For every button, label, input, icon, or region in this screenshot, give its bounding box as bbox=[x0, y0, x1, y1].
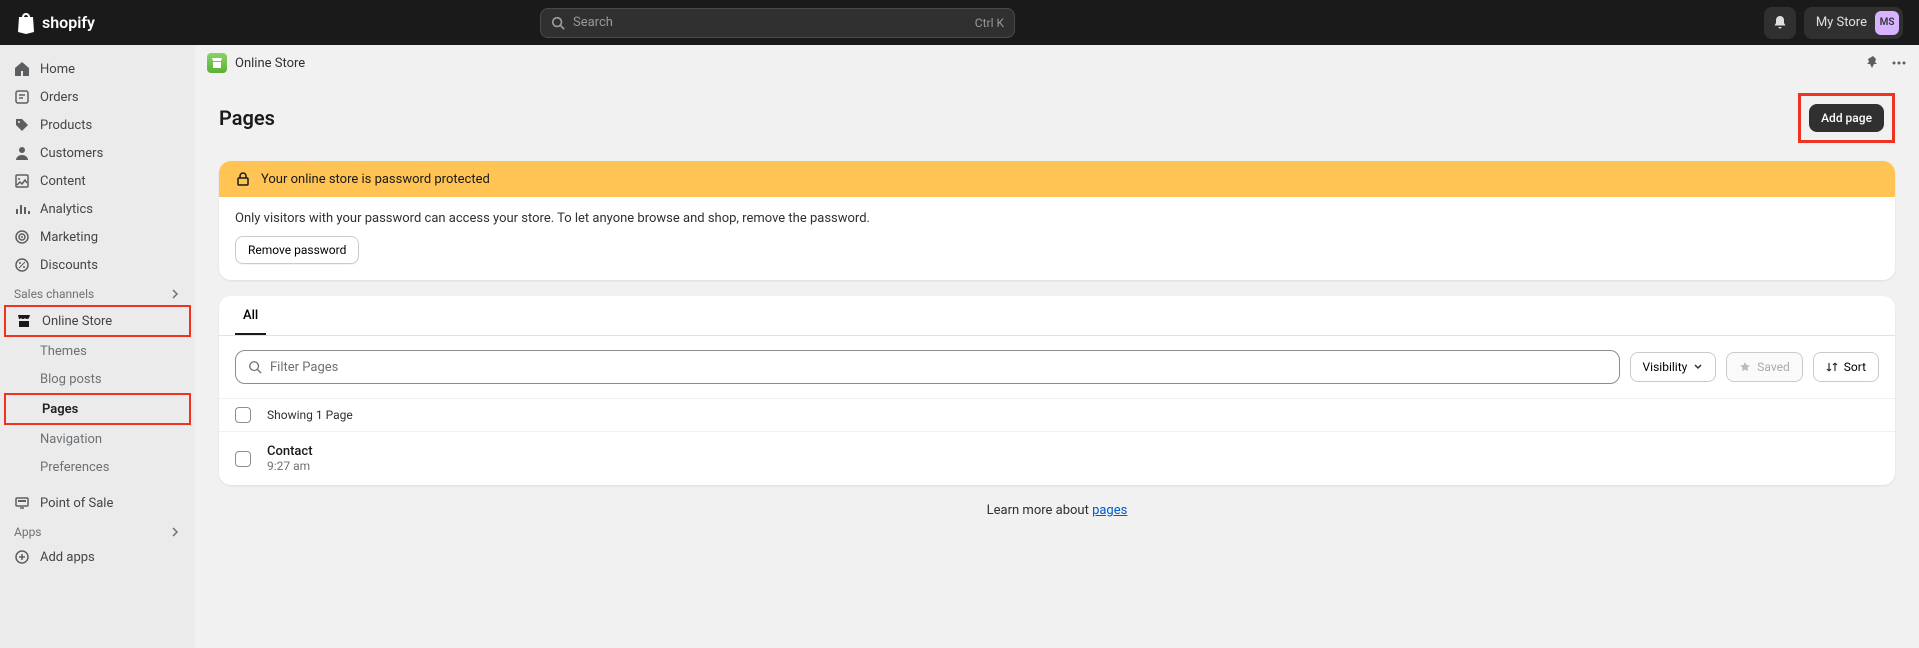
shopify-bag-icon bbox=[16, 12, 36, 34]
sidebar-item-blog-posts[interactable]: Blog posts bbox=[0, 365, 195, 393]
banner-header: Your online store is password protected bbox=[219, 161, 1895, 197]
showing-count: Showing 1 Page bbox=[267, 408, 353, 422]
sidebar-item-products[interactable]: Products bbox=[0, 111, 195, 139]
chevron-right-icon[interactable] bbox=[169, 288, 181, 300]
pin-icon[interactable] bbox=[1865, 55, 1881, 71]
breadcrumb: Online Store bbox=[195, 45, 1919, 81]
sales-channels-header: Sales channels bbox=[0, 279, 195, 305]
store-name: My Store bbox=[1816, 15, 1867, 30]
pos-icon bbox=[14, 495, 30, 511]
sidebar-item-preferences[interactable]: Preferences bbox=[0, 453, 195, 481]
row-checkbox[interactable] bbox=[235, 451, 251, 467]
customers-icon bbox=[14, 145, 30, 161]
banner-body-text: Only visitors with your password can acc… bbox=[235, 211, 1879, 226]
sidebar-item-themes[interactable]: Themes bbox=[0, 337, 195, 365]
sidebar-item-online-store[interactable]: Online Store bbox=[6, 307, 189, 335]
chevron-right-icon[interactable] bbox=[169, 526, 181, 538]
tab-all[interactable]: All bbox=[235, 296, 266, 335]
avatar: MS bbox=[1875, 11, 1899, 35]
highlight-add-page: Add page bbox=[1798, 93, 1895, 143]
sidebar-item-home[interactable]: Home bbox=[0, 55, 195, 83]
tabs: All bbox=[219, 296, 1895, 336]
chevron-down-icon bbox=[1693, 362, 1703, 372]
analytics-icon bbox=[14, 201, 30, 217]
home-icon bbox=[14, 61, 30, 77]
marketing-icon bbox=[14, 229, 30, 245]
search-icon bbox=[551, 16, 565, 30]
sidebar-item-content[interactable]: Content bbox=[0, 167, 195, 195]
filter-input[interactable]: Filter Pages bbox=[235, 350, 1620, 384]
content-icon bbox=[14, 173, 30, 189]
sidebar-item-navigation[interactable]: Navigation bbox=[0, 425, 195, 453]
sidebar-item-customers[interactable]: Customers bbox=[0, 139, 195, 167]
highlight-pages: Pages bbox=[4, 393, 191, 425]
plus-circle-icon bbox=[14, 549, 30, 565]
sidebar-item-orders[interactable]: Orders bbox=[0, 83, 195, 111]
select-all-checkbox[interactable] bbox=[235, 407, 251, 423]
saved-filter-button[interactable]: Saved bbox=[1726, 352, 1802, 382]
more-icon[interactable] bbox=[1891, 55, 1907, 71]
remove-password-button[interactable]: Remove password bbox=[235, 236, 359, 264]
search-input[interactable]: Search Ctrl K bbox=[540, 8, 1015, 38]
topbar: shopify Search Ctrl K My Store MS bbox=[0, 0, 1919, 45]
visibility-filter-button[interactable]: Visibility bbox=[1630, 352, 1717, 382]
sidebar-item-pages[interactable]: Pages bbox=[6, 395, 189, 423]
table-row[interactable]: Contact 9:27 am bbox=[219, 432, 1895, 485]
breadcrumb-label: Online Store bbox=[235, 56, 305, 71]
sidebar: Home Orders Products Customers Content A… bbox=[0, 45, 195, 648]
apps-header: Apps bbox=[0, 517, 195, 543]
banner-headline: Your online store is password protected bbox=[261, 172, 490, 187]
highlight-online-store: Online Store bbox=[4, 305, 191, 337]
sidebar-item-add-apps[interactable]: Add apps bbox=[0, 543, 195, 571]
sidebar-item-discounts[interactable]: Discounts bbox=[0, 251, 195, 279]
page-title: Pages bbox=[219, 106, 275, 130]
shopify-logo[interactable]: shopify bbox=[16, 12, 95, 34]
main-content: Online Store Pages Add page Your online … bbox=[195, 45, 1919, 648]
sidebar-item-analytics[interactable]: Analytics bbox=[0, 195, 195, 223]
learn-more-link[interactable]: pages bbox=[1092, 503, 1127, 518]
row-time: 9:27 am bbox=[267, 459, 313, 473]
discounts-icon bbox=[14, 257, 30, 273]
learn-more: Learn more about pages bbox=[219, 503, 1895, 518]
password-banner-card: Your online store is password protected … bbox=[219, 161, 1895, 280]
bell-icon bbox=[1772, 15, 1788, 31]
lock-icon bbox=[235, 171, 251, 187]
orders-icon bbox=[14, 89, 30, 105]
row-title: Contact bbox=[267, 444, 313, 459]
add-page-button[interactable]: Add page bbox=[1809, 104, 1884, 132]
logo-text: shopify bbox=[42, 13, 95, 32]
sidebar-item-point-of-sale[interactable]: Point of Sale bbox=[0, 489, 195, 517]
search-icon bbox=[248, 360, 262, 374]
sidebar-item-marketing[interactable]: Marketing bbox=[0, 223, 195, 251]
star-icon bbox=[1739, 361, 1751, 373]
online-store-app-icon bbox=[207, 53, 227, 73]
store-menu-button[interactable]: My Store MS bbox=[1804, 7, 1903, 39]
search-shortcut: Ctrl K bbox=[975, 16, 1004, 30]
products-icon bbox=[14, 117, 30, 133]
page-header: Pages Add page bbox=[219, 93, 1895, 143]
sort-icon bbox=[1826, 361, 1838, 373]
store-icon bbox=[16, 313, 32, 329]
filter-placeholder: Filter Pages bbox=[270, 360, 338, 375]
sort-button[interactable]: Sort bbox=[1813, 352, 1879, 382]
pages-table-card: All Filter Pages Visibility Saved bbox=[219, 296, 1895, 485]
search-placeholder: Search bbox=[573, 15, 613, 30]
notifications-button[interactable] bbox=[1764, 7, 1796, 39]
list-header: Showing 1 Page bbox=[219, 398, 1895, 432]
